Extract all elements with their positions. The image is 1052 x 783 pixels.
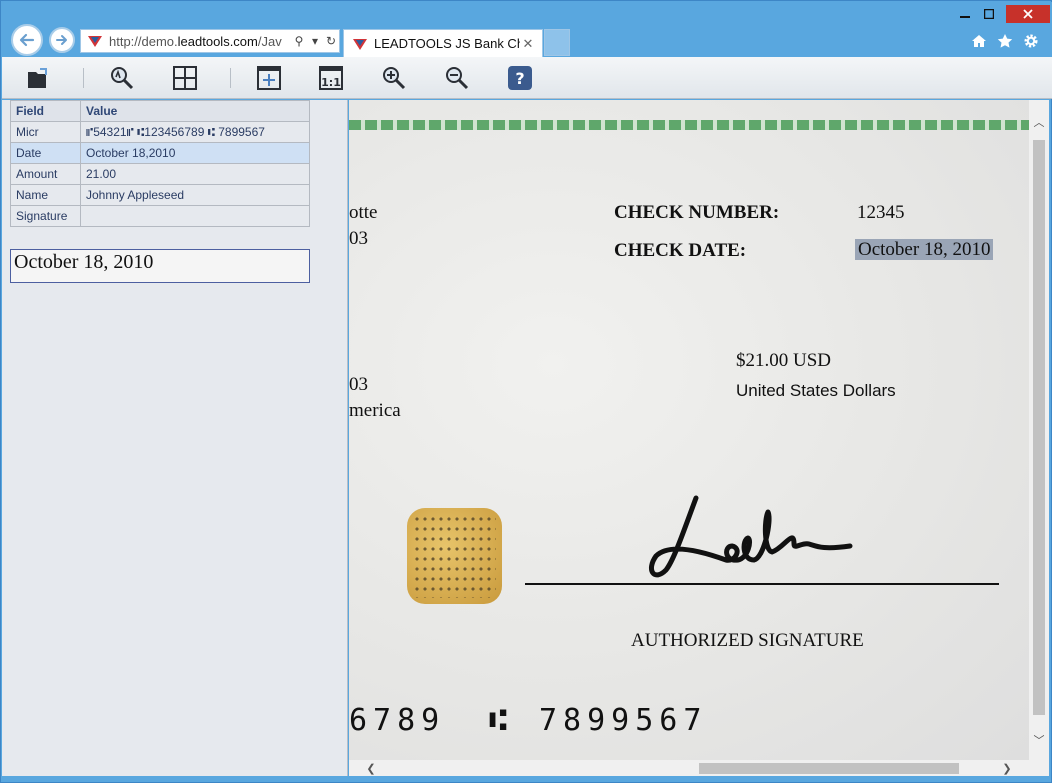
vertical-scroll-thumb[interactable] [1033, 140, 1045, 715]
zoom-pan-icon[interactable] [109, 65, 135, 91]
browser-window: http://demo.leadtools.com/Jav ⚲ ▾ ↻ LEAD… [0, 0, 1052, 783]
browser-chrome: http://demo.leadtools.com/Jav ⚲ ▾ ↻ LEAD… [2, 2, 1052, 57]
signature-image [649, 495, 853, 578]
vertical-scrollbar[interactable]: ︿ ﹀ [1029, 100, 1049, 760]
zoom-out-icon[interactable] [444, 65, 470, 91]
forward-arrow-icon [56, 35, 67, 45]
refresh-icon[interactable]: ↻ [323, 33, 339, 49]
svg-text:1:1: 1:1 [321, 76, 341, 89]
micr-account-number: 7899567 [539, 703, 708, 738]
scroll-down-icon[interactable]: ﹀ [1031, 732, 1047, 748]
open-file-icon[interactable] [26, 65, 52, 91]
home-icon[interactable] [970, 32, 988, 50]
authorized-signature-label: AUTHORIZED SIGNATURE [631, 630, 864, 651]
signature-line [525, 583, 999, 585]
payee-address-partial: 03 [349, 228, 368, 249]
field-value: Johnny Appleseed [80, 184, 310, 206]
dropdown-arrow-icon[interactable]: ▾ [307, 33, 323, 49]
table-row[interactable]: Name Johnny Appleseed [10, 184, 310, 206]
table-row[interactable]: Micr ⑈54321⑈ ⑆123456789 ⑆ 7899567 [10, 121, 310, 143]
minimize-icon[interactable] [952, 5, 978, 23]
address-bar[interactable]: http://demo.leadtools.com/Jav ⚲ ▾ ↻ [80, 29, 340, 53]
payer-address-partial: merica [349, 400, 401, 421]
address-url: http://demo.leadtools.com/Jav [109, 33, 282, 49]
check-number-value: 12345 [857, 202, 905, 223]
check-date-label: CHECK DATE: [614, 240, 747, 261]
column-header-field[interactable]: Field [10, 100, 81, 122]
date-highlight: October 18, 2010 [855, 239, 994, 260]
tab-leadtools-bank-check[interactable]: LEADTOOLS JS Bank Ch... ✕ [343, 29, 543, 57]
security-chip-icon [407, 508, 502, 604]
field-value: October 18,2010 [80, 142, 310, 164]
scroll-up-icon[interactable]: ︿ [1031, 114, 1047, 130]
zoom-in-icon[interactable] [381, 65, 407, 91]
field-name: Signature [10, 205, 81, 227]
forward-button[interactable] [49, 27, 75, 53]
horizontal-scroll-thumb[interactable] [699, 763, 959, 774]
browser-actions [970, 32, 1040, 50]
micr-symbol: ⑆ [489, 703, 513, 738]
field-name: Micr [10, 121, 81, 143]
favorites-star-icon[interactable] [996, 32, 1014, 50]
toolbar-separator [83, 68, 84, 88]
svg-text:?: ? [515, 69, 524, 88]
check-image: otte 03 CHECK NUMBER: 12345 CHECK DATE: … [349, 100, 1029, 760]
search-icon[interactable]: ⚲ [291, 33, 307, 49]
fields-panel: Field Value Micr ⑈54321⑈ ⑆123456789 ⑆ 78… [2, 100, 348, 776]
table-row[interactable]: Amount 21.00 [10, 163, 310, 185]
field-value: ⑈54321⑈ ⑆123456789 ⑆ 7899567 [80, 121, 310, 143]
payee-address-partial: otte [349, 202, 378, 223]
actual-size-icon[interactable]: 1:1 [318, 65, 344, 91]
viewer-toolbar: 1:1 ? [2, 57, 1052, 99]
field-name: Amount [10, 163, 81, 185]
leadtools-favicon-icon [353, 38, 367, 50]
maximize-icon[interactable] [976, 5, 1002, 23]
grid-layout-icon[interactable] [172, 65, 198, 91]
field-name: Date [10, 142, 81, 164]
new-tab-button[interactable] [544, 29, 570, 56]
field-value [80, 205, 310, 227]
table-row[interactable]: Date October 18,2010 [10, 142, 310, 164]
fit-page-icon[interactable] [256, 65, 282, 91]
horizontal-scrollbar[interactable]: ❮ ❯ [349, 760, 1029, 776]
back-arrow-icon [19, 33, 35, 47]
micr-routing-partial: 6789 [349, 703, 446, 738]
field-name: Name [10, 184, 81, 206]
table-header-row: Field Value [10, 100, 310, 122]
payer-address-partial: 03 [349, 374, 368, 395]
tab-close-icon[interactable]: ✕ [520, 36, 536, 52]
check-date-value: October 18, 2010 [855, 239, 994, 261]
field-value: 21.00 [80, 163, 310, 185]
column-header-value[interactable]: Value [80, 100, 310, 122]
check-amount: $21.00 USD [736, 350, 832, 371]
settings-gear-icon[interactable] [1022, 32, 1040, 50]
image-viewer[interactable]: otte 03 CHECK NUMBER: 12345 CHECK DATE: … [349, 100, 1029, 760]
close-window-icon[interactable] [1006, 5, 1050, 23]
field-preview-box: October 18, 2010 [10, 249, 310, 283]
scroll-right-icon[interactable]: ❯ [999, 760, 1015, 776]
scrollbar-corner [1029, 760, 1049, 776]
tab-title: LEADTOOLS JS Bank Ch... [374, 36, 520, 51]
check-border-pattern [349, 120, 1029, 130]
back-button[interactable] [11, 24, 43, 56]
check-amount-words: United States Dollars [736, 381, 896, 400]
table-row[interactable]: Signature [10, 205, 310, 227]
scroll-left-icon[interactable]: ❮ [363, 760, 379, 776]
toolbar-separator [230, 68, 231, 88]
check-number-label: CHECK NUMBER: [614, 202, 780, 223]
leadtools-favicon-icon [88, 36, 102, 47]
fields-table: Field Value Micr ⑈54321⑈ ⑆123456789 ⑆ 78… [10, 100, 310, 227]
help-icon[interactable]: ? [507, 65, 533, 91]
